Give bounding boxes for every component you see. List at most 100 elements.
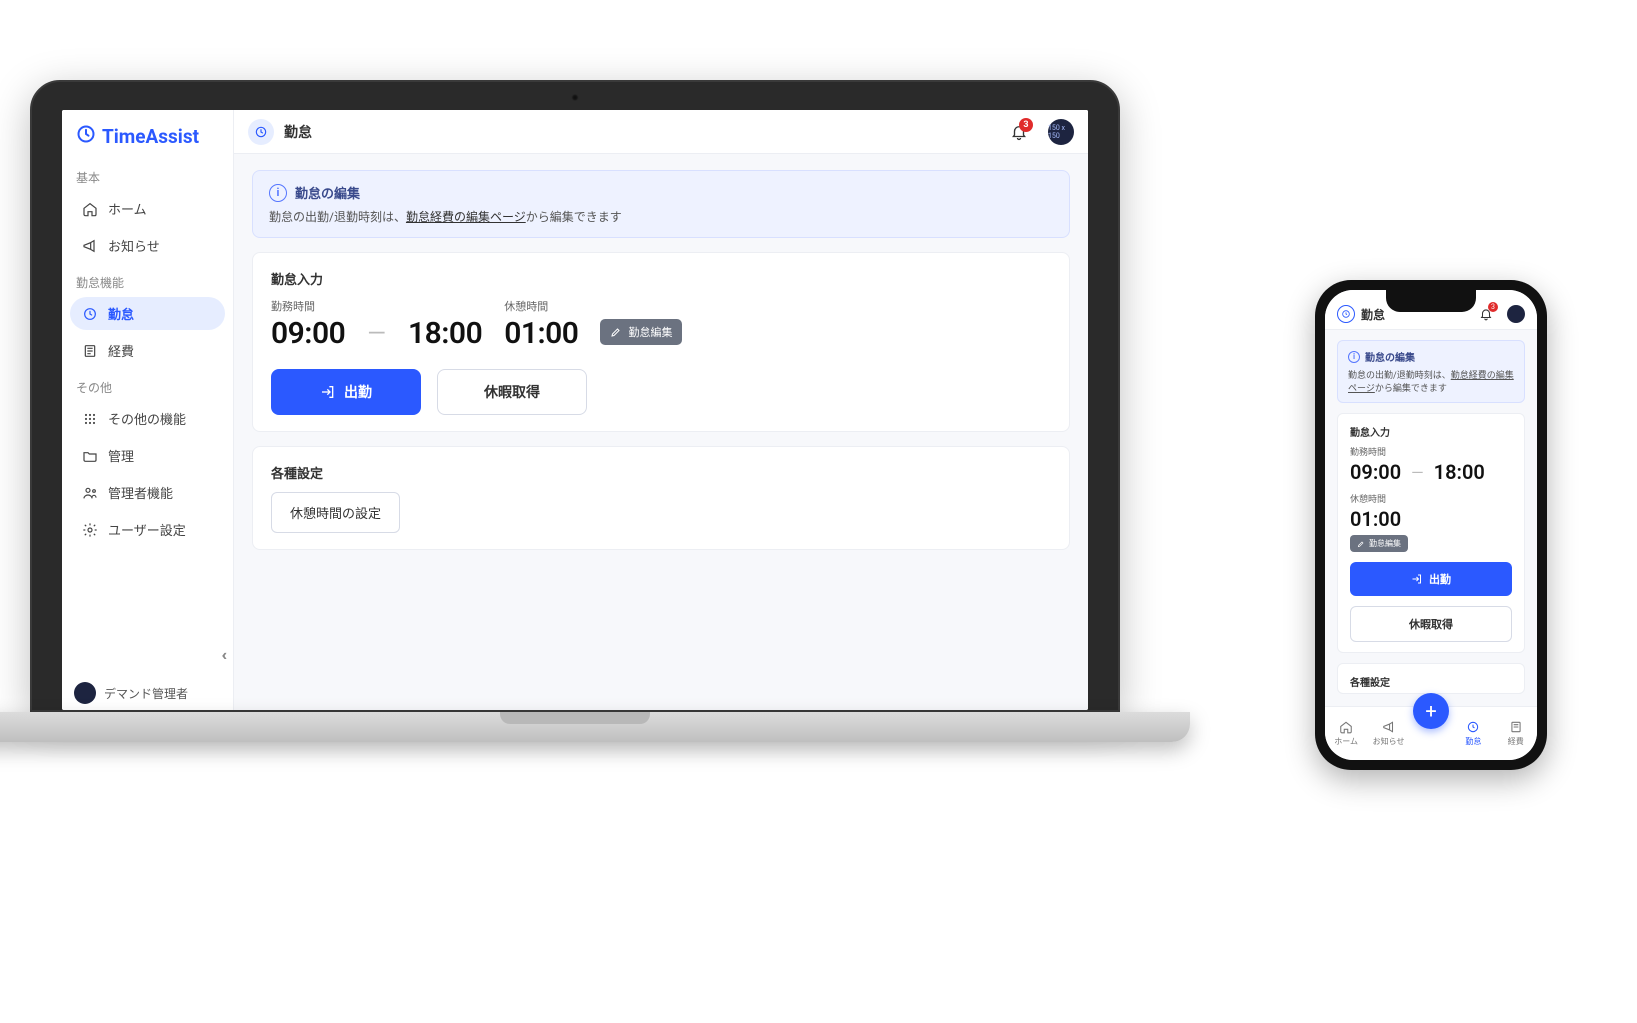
phone-settings-card: 各種設定 <box>1337 663 1525 694</box>
phone-notifications-button[interactable]: 3 <box>1477 305 1495 323</box>
phone-notification-badge: 3 <box>1488 302 1498 312</box>
main-area: 勤怠 3 150 x 150 i 勤怠の編集 <box>234 110 1088 710</box>
phone-fab-add-button[interactable]: + <box>1413 693 1449 729</box>
work-start-block: 勤務時間 09:00 <box>271 298 345 351</box>
work-end-block: 18:00 <box>408 301 482 351</box>
phone-break-label: 休憩時間 <box>1350 492 1512 505</box>
info-banner-link[interactable]: 勤怠経費の編集ページ <box>406 210 526 224</box>
phone-edit-attendance-button[interactable]: 勤怠編集 <box>1350 535 1408 552</box>
sidebar-section-other: その他 <box>62 369 233 400</box>
phone-content: i勤怠の編集 勤怠の出勤/退勤時刻は、勤怠経費の編集ページから編集できます 勤怠… <box>1325 330 1537 706</box>
home-icon <box>1339 720 1353 734</box>
phone-banner-suffix: から編集できます <box>1375 384 1447 394</box>
button-row: 出勤 休暇取得 <box>271 369 1051 415</box>
break-time-label: 休憩時間 <box>504 298 578 314</box>
phone-screen: 勤怠 3 i勤怠の編集 勤怠の出勤/退勤時刻は、勤怠経費の編集ページから編集でき… <box>1325 290 1537 760</box>
phone-clock-in-label: 出勤 <box>1429 571 1451 587</box>
phone-work-label: 勤務時間 <box>1350 445 1512 458</box>
settings-card-title: 各種設定 <box>271 463 1051 482</box>
sidebar-item-label: 勤怠 <box>108 304 134 323</box>
info-icon: i <box>269 184 287 202</box>
phone-avatar-button[interactable] <box>1507 305 1525 323</box>
phone-tab-label: お知らせ <box>1373 736 1405 747</box>
sidebar-item-notice[interactable]: お知らせ <box>70 229 225 262</box>
sidebar-item-label: その他の機能 <box>108 409 186 428</box>
page-title: 勤怠 <box>284 122 312 142</box>
notifications-button[interactable]: 3 <box>1008 121 1030 143</box>
gear-icon <box>82 522 98 538</box>
laptop-camera <box>572 94 579 101</box>
content: i 勤怠の編集 勤怠の出勤/退勤時刻は、勤怠経費の編集ページから編集できます 勤… <box>234 154 1088 566</box>
sidebar-user-name: デマンド管理者 <box>104 685 188 702</box>
phone-tab-home[interactable]: ホーム <box>1328 720 1364 747</box>
sidebar-collapse-button[interactable]: ‹‹ <box>221 645 223 664</box>
info-banner: i 勤怠の編集 勤怠の出勤/退勤時刻は、勤怠経費の編集ページから編集できます <box>252 170 1070 238</box>
info-banner-title: 勤怠の編集 <box>295 183 360 202</box>
phone-attendance-card: 勤怠入力 勤務時間 09:00 — 18:00 休憩時間 01:00 勤怠編集 <box>1337 413 1525 653</box>
phone-tab-notice[interactable]: お知らせ <box>1371 720 1407 747</box>
clock-in-button[interactable]: 出勤 <box>271 369 421 415</box>
folder-icon <box>82 448 98 464</box>
info-banner-text-suffix: から編集できます <box>526 210 622 224</box>
phone-banner-title: 勤怠の編集 <box>1365 349 1415 364</box>
sidebar-item-manager[interactable]: 管理者機能 <box>70 476 225 509</box>
phone-info-banner: i勤怠の編集 勤怠の出勤/退勤時刻は、勤怠経費の編集ページから編集できます <box>1337 340 1525 403</box>
sidebar-item-attendance[interactable]: 勤怠 <box>70 297 225 330</box>
laptop-base <box>0 712 1190 742</box>
brand[interactable]: TimeAssist <box>62 110 233 159</box>
brand-logo-icon <box>76 124 96 149</box>
work-start-value: 09:00 <box>271 316 345 351</box>
edit-attendance-label: 勤怠編集 <box>628 324 672 340</box>
pencil-icon <box>1357 540 1365 548</box>
megaphone-icon <box>1382 720 1396 734</box>
settings-card: 各種設定 休憩時間の設定 <box>252 446 1070 550</box>
home-icon <box>82 201 98 217</box>
phone-clock-in-button[interactable]: 出勤 <box>1350 562 1512 596</box>
phone-settings-title: 各種設定 <box>1350 674 1512 689</box>
break-settings-button[interactable]: 休憩時間の設定 <box>271 492 400 533</box>
phone-tab-label: ホーム <box>1334 736 1358 747</box>
clock-icon <box>1466 720 1480 734</box>
info-banner-body: 勤怠の出勤/退勤時刻は、勤怠経費の編集ページから編集できます <box>269 208 1053 225</box>
edit-attendance-button[interactable]: 勤怠編集 <box>600 319 682 345</box>
phone-tab-expense[interactable]: 経費 <box>1498 720 1534 747</box>
login-arrow-icon <box>320 384 336 400</box>
phone-tab-label: 経費 <box>1508 736 1524 747</box>
notification-badge: 3 <box>1019 118 1033 132</box>
sidebar-item-admin[interactable]: 管理 <box>70 439 225 472</box>
megaphone-icon <box>82 238 98 254</box>
take-leave-button[interactable]: 休暇取得 <box>437 369 587 415</box>
break-time-value: 01:00 <box>504 316 578 351</box>
sidebar-item-home[interactable]: ホーム <box>70 192 225 225</box>
time-dash: — <box>367 319 386 351</box>
clock-in-label: 出勤 <box>344 382 372 402</box>
sidebar-item-label: 管理者機能 <box>108 483 173 502</box>
sidebar-item-other-functions[interactable]: その他の機能 <box>70 402 225 435</box>
info-icon: i <box>1348 351 1360 363</box>
sidebar: TimeAssist 基本 ホーム お知らせ 勤怠機能 勤怠 <box>62 110 234 710</box>
info-banner-text-prefix: 勤怠の出勤/退勤時刻は、 <box>269 210 406 224</box>
sidebar-item-user-settings[interactable]: ユーザー設定 <box>70 513 225 546</box>
sidebar-section-kintai: 勤怠機能 <box>62 264 233 295</box>
take-leave-label: 休暇取得 <box>484 382 540 402</box>
sidebar-current-user[interactable]: デマンド管理者 <box>74 682 188 704</box>
topbar: 勤怠 3 150 x 150 <box>234 110 1088 154</box>
break-block: 休憩時間 01:00 <box>504 298 578 351</box>
laptop-trackpad-notch <box>500 712 650 724</box>
work-end-value: 18:00 <box>408 316 482 351</box>
receipt-icon <box>1509 720 1523 734</box>
avatar-button[interactable]: 150 x 150 <box>1048 119 1074 145</box>
sidebar-section-basic: 基本 <box>62 159 233 190</box>
phone-take-leave-button[interactable]: 休暇取得 <box>1350 606 1512 642</box>
sidebar-item-expense[interactable]: 経費 <box>70 334 225 367</box>
phone-device-frame: 勤怠 3 i勤怠の編集 勤怠の出勤/退勤時刻は、勤怠経費の編集ページから編集でき… <box>1315 280 1547 770</box>
sidebar-item-label: ホーム <box>108 199 147 218</box>
phone-tab-attendance[interactable]: 勤怠 <box>1455 720 1491 747</box>
sidebar-item-label: お知らせ <box>108 236 160 255</box>
avatar-icon <box>74 682 96 704</box>
phone-break-value: 01:00 <box>1350 507 1512 531</box>
info-banner-header: i 勤怠の編集 <box>269 183 1053 202</box>
avatar-text: 150 x 150 <box>1048 124 1074 140</box>
phone-card-title: 勤怠入力 <box>1350 424 1512 439</box>
sidebar-item-label: 管理 <box>108 446 134 465</box>
